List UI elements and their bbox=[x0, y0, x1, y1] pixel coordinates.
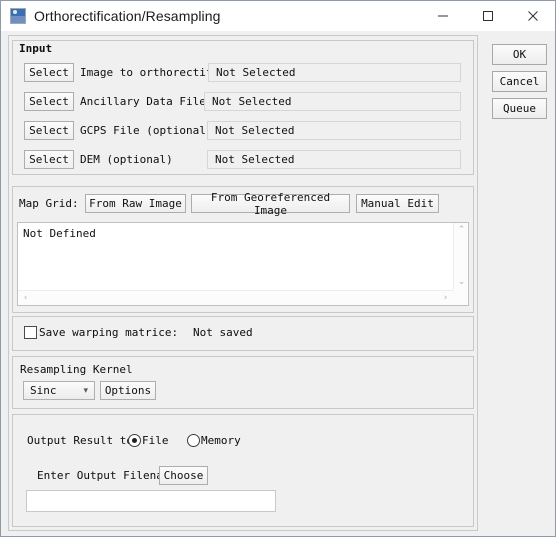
resampling-kernel-label: Resampling Kernel bbox=[20, 363, 133, 376]
map-grid-content: Not Defined bbox=[18, 223, 453, 290]
select-gcps-button[interactable]: Select bbox=[24, 121, 74, 140]
maximize-icon bbox=[482, 11, 493, 21]
image-raster-icon bbox=[10, 8, 26, 24]
ancillary-data-file-label: Ancillary Data File bbox=[80, 95, 206, 108]
enter-output-filename-label: Enter Output Filename bbox=[37, 469, 177, 482]
output-memory-label: Memory bbox=[201, 434, 241, 447]
output-file-radio[interactable] bbox=[128, 434, 141, 447]
maximize-button[interactable] bbox=[465, 1, 510, 31]
image-to-orthorectify-label: Image to orthorectify bbox=[80, 66, 220, 79]
map-grid-textarea[interactable]: Not Defined ⌃ ⌄ ‹ › bbox=[17, 222, 469, 306]
scroll-right-icon[interactable]: › bbox=[438, 291, 453, 306]
close-icon bbox=[527, 11, 538, 21]
resampling-kernel-value: Sinc bbox=[30, 384, 57, 397]
from-raw-image-button[interactable]: From Raw Image bbox=[85, 194, 186, 213]
cancel-button[interactable]: Cancel bbox=[492, 71, 547, 92]
select-dem-button[interactable]: Select bbox=[24, 150, 74, 169]
minimize-icon bbox=[437, 15, 448, 17]
ok-button[interactable]: OK bbox=[492, 44, 547, 65]
select-image-button[interactable]: Select bbox=[24, 63, 74, 82]
map-grid-label: Map Grid: bbox=[19, 197, 79, 210]
window-title: Orthorectification/Resampling bbox=[34, 8, 221, 24]
scrollbar-corner bbox=[453, 290, 468, 305]
title-bar: Orthorectification/Resampling bbox=[1, 1, 555, 31]
output-file-label: File bbox=[142, 434, 169, 447]
queue-button[interactable]: Queue bbox=[492, 98, 547, 119]
save-warping-matrice-checkbox[interactable] bbox=[24, 326, 37, 339]
orthorectification-dialog: Orthorectification/Resampling Input Sele… bbox=[0, 0, 556, 537]
gcps-file-label: GCPS File (optional) bbox=[80, 124, 213, 137]
image-to-orthorectify-value[interactable]: Not Selected bbox=[208, 63, 461, 82]
save-warping-matrice-label: Save warping matrice: bbox=[39, 326, 179, 339]
input-group-label: Input bbox=[17, 42, 55, 55]
select-ancillary-button[interactable]: Select bbox=[24, 92, 74, 111]
warping-status: Not saved bbox=[193, 326, 253, 339]
output-memory-radio[interactable] bbox=[187, 434, 200, 447]
ancillary-data-file-value[interactable]: Not Selected bbox=[204, 92, 461, 111]
close-button[interactable] bbox=[510, 1, 555, 31]
dem-value[interactable]: Not Selected bbox=[207, 150, 461, 169]
scroll-down-icon[interactable]: ⌄ bbox=[454, 275, 469, 290]
choose-output-file-button[interactable]: Choose bbox=[159, 466, 208, 485]
output-result-to-label: Output Result to bbox=[27, 434, 133, 447]
map-grid-horizontal-scrollbar[interactable]: ‹ › bbox=[18, 290, 453, 305]
gcps-file-value[interactable]: Not Selected bbox=[207, 121, 461, 140]
from-georeferenced-image-button[interactable]: From Georeferenced Image bbox=[191, 191, 350, 217]
minimize-button[interactable] bbox=[420, 1, 465, 31]
resampling-options-button[interactable]: Options bbox=[100, 381, 156, 400]
chevron-down-icon: ▾ bbox=[83, 385, 88, 396]
dem-label: DEM (optional) bbox=[80, 153, 173, 166]
map-grid-vertical-scrollbar[interactable]: ⌃ ⌄ bbox=[453, 223, 468, 290]
scroll-left-icon[interactable]: ‹ bbox=[18, 291, 33, 306]
resampling-kernel-select[interactable]: Sinc ▾ bbox=[23, 381, 95, 400]
window-controls bbox=[420, 1, 555, 31]
manual-edit-button[interactable]: Manual Edit bbox=[356, 194, 439, 213]
output-filename-input[interactable] bbox=[26, 490, 276, 512]
manual-edit-label: Manual Edit bbox=[361, 197, 434, 210]
scroll-up-icon[interactable]: ⌃ bbox=[454, 223, 469, 238]
